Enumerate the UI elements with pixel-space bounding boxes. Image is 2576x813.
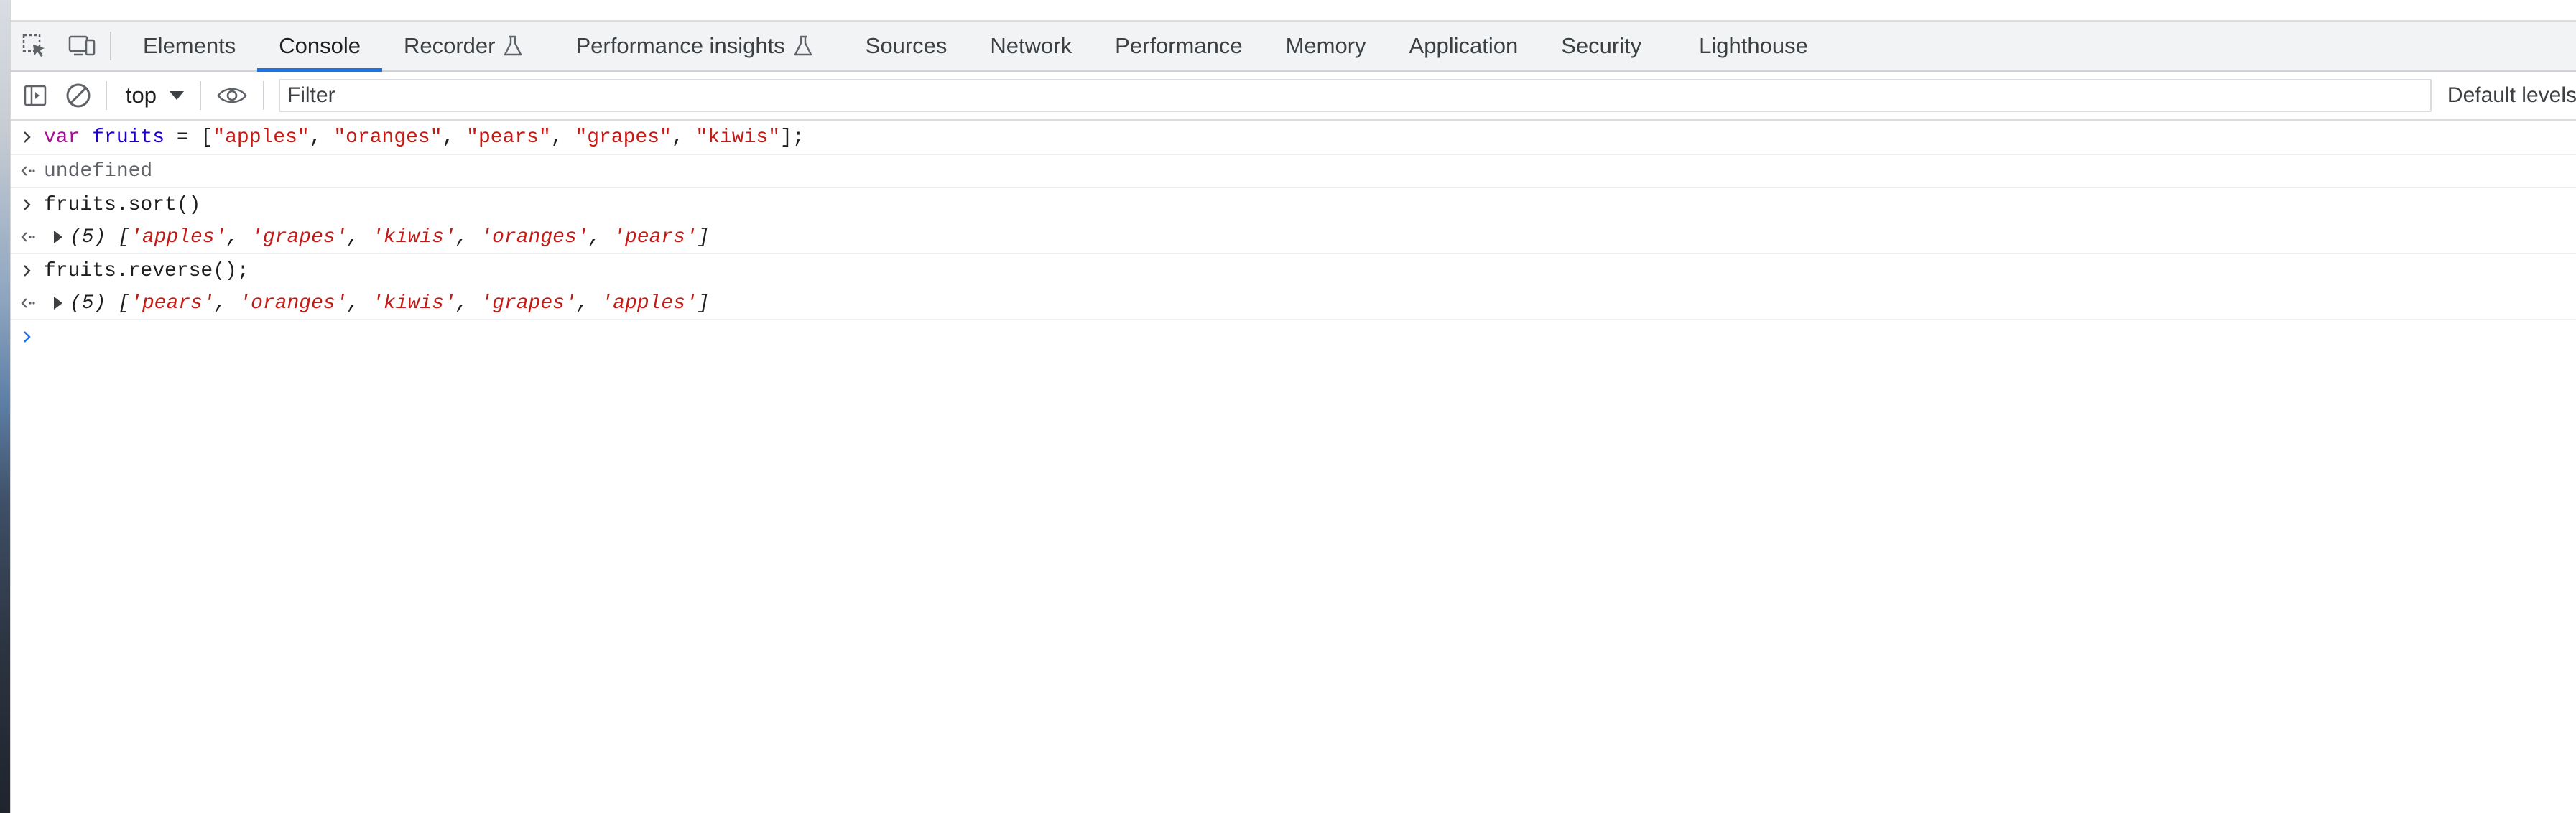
devtools-top-border	[11, 0, 2576, 22]
tab-memory[interactable]: Memory	[1264, 22, 1388, 70]
code-variable: fruits	[92, 126, 165, 149]
array-item: 'oranges'	[238, 292, 348, 315]
desktop-wallpaper-strip	[0, 0, 10, 813]
console-prompt[interactable]	[11, 320, 2576, 353]
prompt-chevron-icon	[11, 198, 44, 212]
result-arrow-icon	[11, 296, 44, 310]
tab-sources[interactable]: Sources	[834, 22, 969, 70]
sidebar-toggle-button[interactable]	[14, 72, 57, 119]
sidebar-toggle-icon	[24, 85, 47, 106]
clear-console-icon	[66, 83, 91, 108]
console-input-line: var fruits = ["apples", "oranges", "pear…	[11, 121, 2576, 155]
result-arrow-icon	[11, 230, 44, 244]
tab-recorder[interactable]: Recorder	[382, 22, 545, 70]
tab-label: Application	[1409, 33, 1519, 58]
array-item: 'kiwis'	[371, 292, 456, 315]
tab-performance[interactable]: Performance	[1093, 22, 1264, 70]
prompt-chevron-icon	[11, 264, 44, 278]
array-item: 'apples'	[130, 226, 227, 248]
code-keyword: var	[44, 126, 80, 149]
code-string: "grapes"	[575, 126, 672, 149]
clear-console-button[interactable]	[57, 72, 100, 119]
toolbar-divider	[262, 81, 264, 110]
toolbar-divider	[199, 81, 201, 110]
console-input-line: fruits.sort()	[11, 188, 2576, 221]
device-toolbar-icon	[68, 35, 96, 56]
inspect-element-button[interactable]	[11, 22, 58, 70]
tab-label: Elements	[143, 33, 236, 58]
array-count: (5)	[70, 292, 106, 315]
eye-icon	[217, 88, 247, 103]
array-item: 'pears'	[613, 226, 698, 248]
console-input-line: fruits.reverse();	[11, 254, 2576, 287]
tab-performance-insights[interactable]: Performance insights	[544, 22, 833, 70]
live-expression-button[interactable]	[207, 72, 257, 119]
tab-label: Lighthouse	[1699, 33, 1808, 58]
console-toolbar: top Default levels	[11, 72, 2576, 121]
tab-lighthouse[interactable]: Lighthouse	[1663, 22, 1830, 70]
prompt-chevron-icon	[11, 130, 44, 144]
console-result-line: (5) ['pears', 'oranges', 'kiwis', 'grape…	[11, 287, 2576, 320]
log-levels-dropdown[interactable]: Default levels	[2447, 83, 2576, 108]
devtools-tab-bar: Elements Console Recorder Performance in…	[11, 22, 2576, 72]
array-item: 'grapes'	[480, 292, 577, 315]
inspect-element-icon	[22, 34, 45, 57]
tab-elements[interactable]: Elements	[121, 22, 257, 70]
device-toolbar-button[interactable]	[58, 22, 106, 70]
code-string: "pears"	[466, 126, 551, 149]
tab-label: Performance insights	[575, 33, 785, 58]
tab-label: Network	[990, 33, 1072, 58]
tab-security[interactable]: Security	[1539, 22, 1663, 70]
array-item: 'apples'	[601, 292, 698, 315]
array-count: (5)	[70, 226, 106, 248]
array-item: 'oranges'	[480, 226, 589, 248]
prompt-chevron-icon	[11, 330, 44, 344]
code-punct: ];	[780, 126, 805, 149]
array-item: 'kiwis'	[371, 226, 456, 248]
console-result-line: (5) ['apples', 'grapes', 'kiwis', 'orang…	[11, 221, 2576, 254]
toolbar-divider	[105, 81, 107, 110]
code-string: "apples"	[213, 126, 310, 149]
filter-input[interactable]	[278, 79, 2432, 112]
tab-application[interactable]: Application	[1388, 22, 1540, 70]
expand-triangle-icon[interactable]	[54, 231, 62, 243]
javascript-context-select[interactable]: top	[113, 72, 194, 119]
code-string: "oranges"	[333, 126, 443, 149]
tab-console[interactable]: Console	[257, 22, 382, 72]
array-item: 'pears'	[130, 292, 215, 315]
flask-icon	[504, 35, 522, 57]
flask-icon	[794, 35, 812, 57]
tab-network[interactable]: Network	[968, 22, 1093, 70]
tab-label: Console	[279, 33, 361, 58]
tab-label: Memory	[1285, 33, 1366, 58]
code-text: fruits.sort()	[44, 193, 201, 216]
tab-label: Security	[1561, 33, 1642, 58]
expand-triangle-icon[interactable]	[54, 297, 62, 310]
chevron-down-icon	[169, 91, 184, 100]
screen: Elements Console Recorder Performance in…	[0, 0, 2576, 813]
tab-label: Sources	[865, 33, 948, 58]
result-value: undefined	[44, 159, 153, 182]
tab-label: Performance	[1115, 33, 1243, 58]
code-punct: = [	[165, 126, 213, 149]
devtools-panel: Elements Console Recorder Performance in…	[10, 0, 2576, 813]
code-string: "kiwis"	[695, 126, 781, 149]
result-arrow-icon	[11, 164, 44, 178]
array-item: 'grapes'	[251, 226, 348, 248]
context-label: top	[125, 83, 157, 108]
console-messages: var fruits = ["apples", "oranges", "pear…	[11, 121, 2576, 353]
tab-label: Recorder	[403, 33, 496, 58]
console-result-line: undefined	[11, 155, 2576, 188]
code-text: fruits.reverse();	[44, 259, 249, 282]
toolbar-divider	[110, 32, 111, 60]
